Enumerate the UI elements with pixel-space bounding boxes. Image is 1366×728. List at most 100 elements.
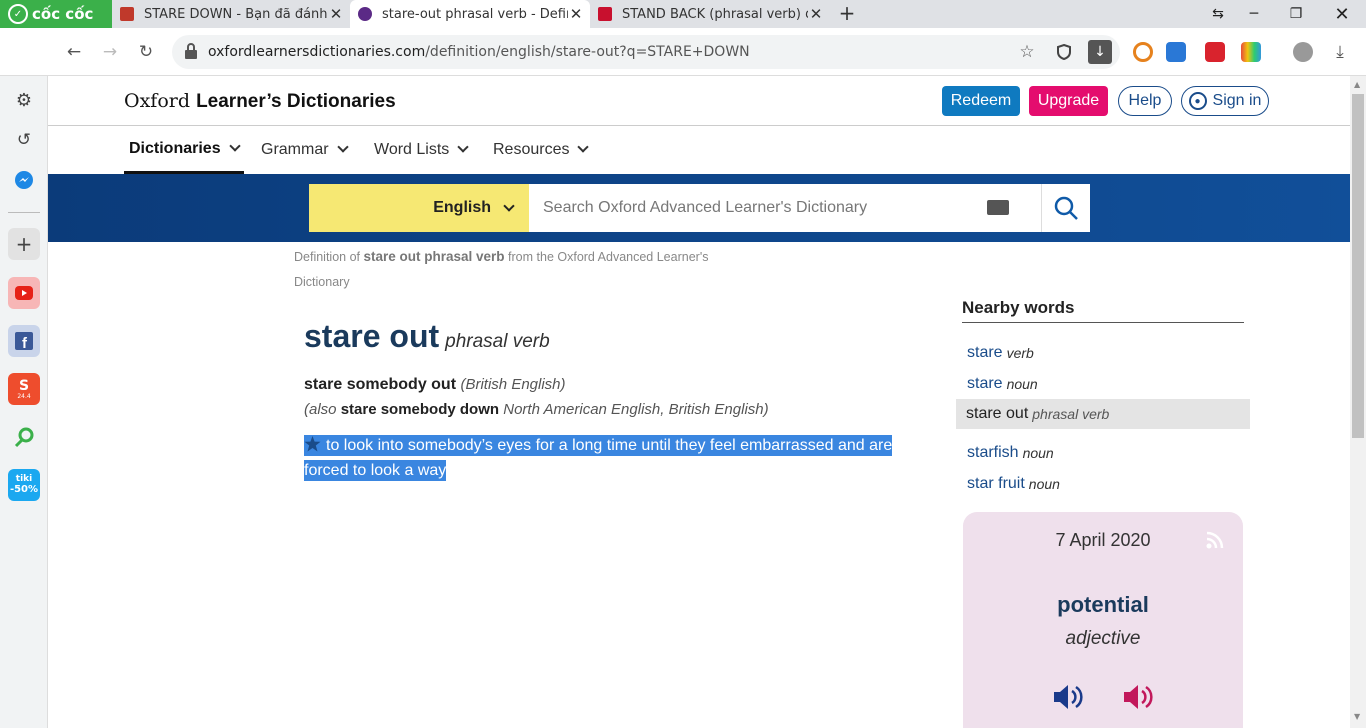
nav-dictionaries[interactable]: Dictionaries [124, 126, 244, 174]
youtube-icon[interactable] [8, 277, 40, 309]
search-input[interactable] [529, 184, 979, 232]
tab-search-icon[interactable]: ⇆ [1198, 0, 1238, 28]
new-tab-button[interactable]: + [836, 2, 858, 24]
help-button[interactable]: Help [1118, 86, 1172, 116]
tab-stand-back[interactable]: STAND BACK (phrasal verb) d ✕ [590, 0, 830, 28]
profile-avatar[interactable] [1293, 42, 1313, 62]
redeem-button[interactable]: Redeem [942, 86, 1020, 116]
nav-grammar[interactable]: Grammar [261, 126, 349, 174]
wotd-word[interactable]: potential [963, 592, 1243, 618]
scroll-up-icon[interactable]: ▲ [1354, 80, 1360, 89]
headword-text: stare out [304, 318, 440, 354]
downloads-icon[interactable]: ⤓ [1328, 40, 1352, 64]
url-text: oxfordlearnersdictionaries.com/definitio… [208, 44, 750, 60]
wotd-date: 7 April 2020 [1055, 530, 1151, 550]
forward-arrow-icon[interactable]: → [98, 40, 122, 64]
oxford3000-star-icon [304, 436, 321, 452]
sidebar-divider [8, 212, 40, 213]
dictionary-language-select[interactable]: English [309, 184, 529, 232]
download-button-icon[interactable]: ↓ [1088, 40, 1112, 64]
alternative-form: (also stare somebody down North American… [304, 401, 769, 418]
breadcrumb: Definition of stare out phrasal verb fro… [294, 249, 709, 289]
add-shortcut-button[interactable]: + [8, 228, 40, 260]
british-pronunciation-speaker-icon[interactable] [1051, 680, 1085, 714]
user-icon: ● [1188, 92, 1207, 110]
coccoc-leaf-icon[interactable] [8, 421, 40, 453]
tiki-discount: -50% [9, 484, 39, 495]
cambridge-favicon-icon [120, 7, 134, 21]
oxford-favicon-icon [358, 7, 372, 21]
site-logo[interactable]: Oxford Learner’s Dictionaries [124, 90, 396, 113]
macmillan-favicon-icon [598, 7, 612, 21]
nearby-item[interactable]: stare verb [962, 338, 1034, 368]
page-content: Oxford Learner’s Dictionaries Redeem Upg… [48, 76, 1350, 728]
close-window-button[interactable]: ✕ [1322, 0, 1362, 28]
close-tab-icon[interactable]: ✕ [568, 5, 584, 23]
settings-gear-icon[interactable]: ⚙ [8, 84, 40, 116]
tab-stare-down[interactable]: STARE DOWN - Bạn đã đánh ✕ [112, 0, 350, 28]
back-arrow-icon[interactable]: ← [62, 40, 86, 64]
search-icon [1054, 196, 1078, 220]
chevron-down-icon [503, 200, 515, 212]
sign-in-button[interactable]: ● Sign in [1181, 86, 1269, 116]
nearby-item-current[interactable]: stare out phrasal verb [956, 399, 1250, 429]
nearby-item[interactable]: stare noun [962, 369, 1038, 399]
tab-stare-out[interactable]: stare-out phrasal verb - Defin ✕ [350, 0, 590, 28]
chevron-down-icon [228, 139, 241, 152]
nearby-item[interactable]: starfish noun [962, 438, 1054, 468]
tab-strip: ✓ cốc cốc STARE DOWN - Bạn đã đánh ✕ sta… [0, 0, 1366, 28]
extension-chrome-icon[interactable] [1133, 42, 1153, 62]
messenger-icon[interactable] [8, 164, 40, 196]
search-button[interactable] [1041, 184, 1090, 232]
reload-icon[interactable]: ↻ [134, 40, 158, 64]
american-pronunciation-speaker-icon[interactable] [1121, 680, 1155, 714]
shopee-badge: 24.4 [17, 392, 31, 400]
bookmark-star-icon[interactable]: ☆ [1015, 40, 1039, 64]
chevron-down-icon [577, 141, 590, 153]
coccoc-logo-icon: ✓ [8, 4, 28, 24]
history-icon[interactable]: ↺ [8, 124, 40, 156]
sign-in-label: Sign in [1212, 92, 1262, 109]
scroll-down-icon[interactable]: ▼ [1354, 712, 1360, 721]
nav-resources[interactable]: Resources [493, 126, 590, 174]
extension-new-icon[interactable] [1166, 42, 1186, 62]
close-tab-icon[interactable]: ✕ [808, 5, 824, 23]
close-tab-icon[interactable]: ✕ [328, 5, 344, 23]
shield-icon[interactable] [1052, 40, 1076, 64]
lock-icon [185, 43, 197, 59]
scrollbar-thumb[interactable] [1352, 94, 1364, 438]
word-of-the-day: 7 April 2020 potential adjective [963, 512, 1243, 728]
nav-word-lists[interactable]: Word Lists [374, 126, 469, 174]
definition-text: to look into somebody’s eyes for a long … [304, 437, 893, 479]
facebook-icon[interactable]: f [8, 325, 40, 357]
tab-title: STAND BACK (phrasal verb) d [622, 6, 808, 22]
shopee-icon[interactable]: S 24.4 [8, 373, 40, 405]
tiki-icon[interactable]: tiki -50% [8, 469, 40, 501]
extension-red-icon[interactable] [1205, 42, 1225, 62]
chevron-down-icon [457, 141, 469, 153]
nearby-item[interactable]: star fruit noun [962, 469, 1060, 499]
chevron-down-icon [336, 141, 349, 153]
phrasal-form: stare somebody out (British English) [304, 376, 566, 393]
tiki-label: tiki [15, 474, 33, 484]
shopee-bag-icon: S [18, 377, 30, 394]
page-scrollbar[interactable]: ▲ ▼ [1350, 76, 1366, 728]
restore-button[interactable]: ❐ [1276, 0, 1316, 28]
nearby-words: Nearby words stare verb stare noun stare o… [956, 298, 1250, 492]
search-box [529, 184, 1041, 232]
minimize-button[interactable]: ─ [1234, 0, 1274, 28]
address-bar[interactable]: oxfordlearnersdictionaries.com/definitio… [172, 35, 1120, 69]
browser-toolbar: ← → ↻ oxfordlearnersdictionaries.com/def… [0, 28, 1366, 76]
search-banner: English [48, 174, 1350, 242]
headword: stare out phrasal verb [304, 318, 550, 355]
browser-sidebar: ⚙ ↺ + f S 24.4 tiki -50% [0, 28, 48, 728]
nearby-title: Nearby words [962, 298, 1244, 323]
coccoc-menu-button[interactable]: ✓ cốc cốc [0, 0, 112, 28]
upgrade-button[interactable]: Upgrade [1029, 86, 1108, 116]
headword-pos: phrasal verb [445, 331, 550, 352]
extension-color-icon[interactable] [1241, 42, 1261, 62]
wotd-pos: adjective [1065, 628, 1141, 649]
rss-icon[interactable] [1205, 530, 1225, 550]
tab-title: stare-out phrasal verb - Defin [382, 6, 568, 22]
keyboard-icon[interactable] [987, 200, 1009, 215]
